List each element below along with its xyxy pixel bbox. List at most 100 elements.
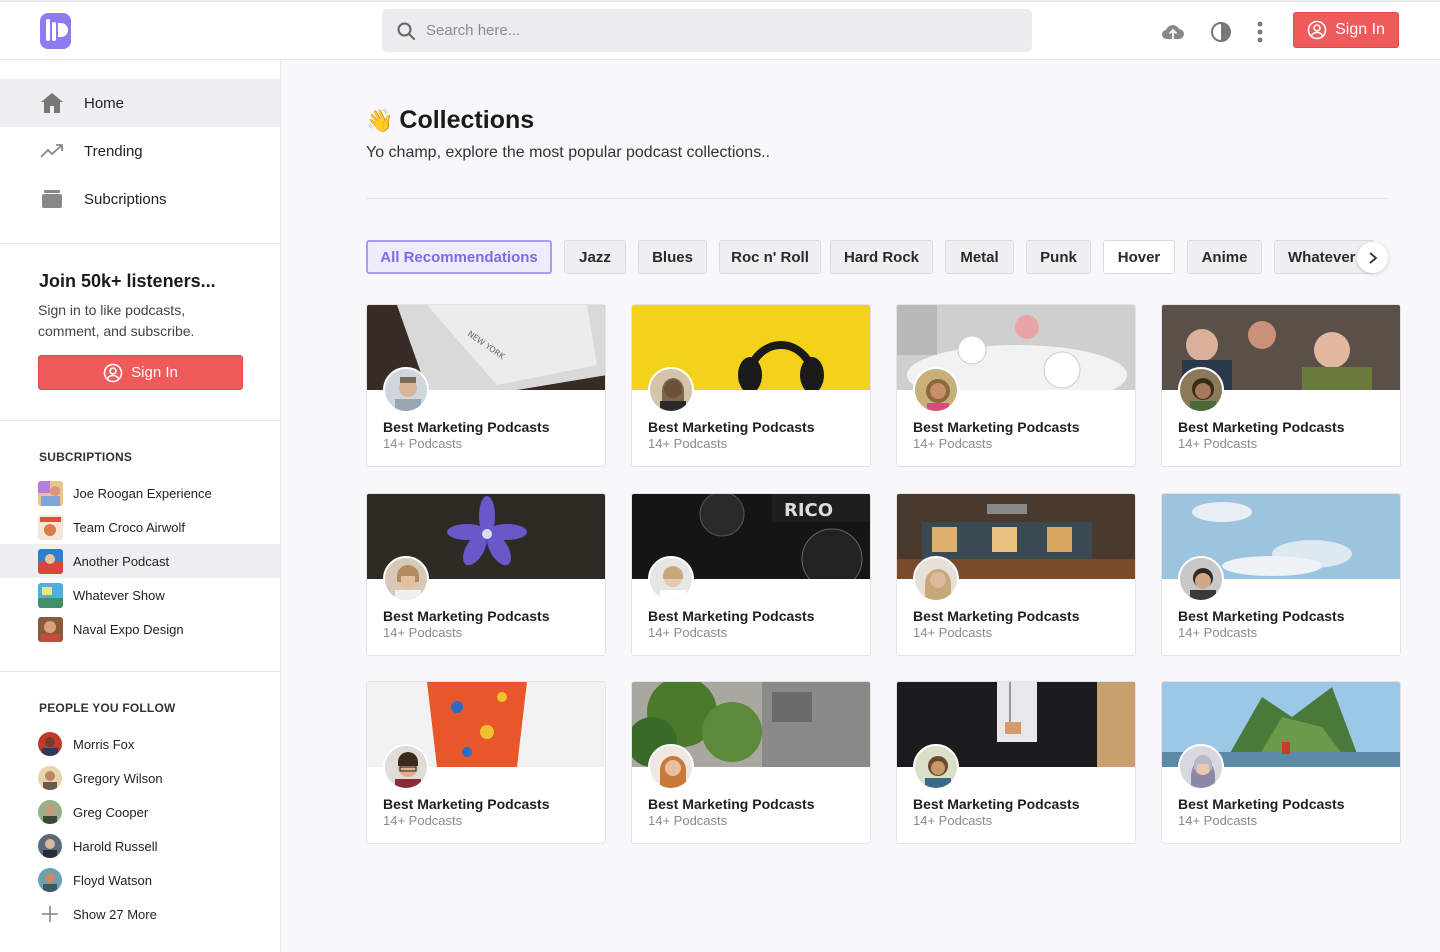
trending-icon (40, 139, 64, 163)
nav-subscriptions[interactable]: Subcriptions (0, 175, 280, 223)
podcast-thumbnail (38, 548, 63, 574)
avatar (913, 744, 959, 790)
card-title: Best Marketing Podcasts (913, 796, 1080, 812)
avatar (38, 766, 62, 790)
chip-label: Metal (960, 248, 999, 266)
nav-trending[interactable]: Trending (0, 127, 280, 175)
chip-label: Hard Rock (843, 248, 920, 266)
person-label: Gregory Wilson (73, 770, 163, 786)
subscription-label: Joe Roogan Experience (73, 485, 212, 501)
divider (0, 243, 280, 244)
chip-label: Whatever (1288, 248, 1356, 266)
chip-label: Jazz (579, 248, 611, 266)
card-subtitle: 14+ Podcasts (648, 436, 728, 451)
collection-card[interactable]: Best Marketing Podcasts 14+ Podcasts (631, 304, 871, 467)
chip-jazz[interactable]: Jazz (564, 240, 626, 274)
more-vertical-icon[interactable] (1247, 19, 1273, 45)
person-item[interactable]: Gregory Wilson (0, 761, 280, 795)
person-item[interactable]: Harold Russell (0, 829, 280, 863)
subscription-item[interactable]: Joe Roogan Experience (0, 476, 280, 510)
theme-toggle-icon[interactable] (1208, 19, 1234, 45)
avatar (648, 367, 694, 413)
subscription-item[interactable]: Whatever Show (0, 578, 280, 612)
chip-hover[interactable]: Hover (1103, 240, 1175, 274)
chip-all-recommendations[interactable]: All Recommendations (366, 240, 552, 274)
person-label: Morris Fox (73, 736, 135, 752)
avatar (38, 732, 62, 756)
subscription-item[interactable]: Team Croco Airwolf (0, 510, 280, 544)
collection-card[interactable]: Best Marketing Podcasts 14+ Podcasts (1161, 304, 1401, 467)
divider (0, 420, 280, 421)
person-item[interactable]: Floyd Watson (0, 863, 280, 897)
card-title: Best Marketing Podcasts (648, 608, 815, 624)
card-subtitle: 14+ Podcasts (383, 625, 463, 640)
card-title: Best Marketing Podcasts (1178, 419, 1345, 435)
chip-label: Punk (1040, 248, 1077, 266)
search-icon (396, 21, 416, 41)
chip-hard-rock[interactable]: Hard Rock (830, 240, 933, 274)
collection-card[interactable]: Best Marketing Podcasts 14+ Podcasts (896, 304, 1136, 467)
avatar (913, 556, 959, 602)
collection-card[interactable]: Best Marketing Podcasts 14+ Podcasts (366, 493, 606, 656)
chip-label: Anime (1201, 248, 1248, 266)
nav-trending-label: Trending (84, 142, 143, 160)
chip-metal[interactable]: Metal (945, 240, 1014, 274)
nav-subscriptions-label: Subcriptions (84, 190, 167, 208)
collection-card[interactable]: Best Marketing Podcasts 14+ Podcasts (896, 681, 1136, 844)
collection-card[interactable]: RICO Best Marketing Podcasts 14+ Podcast… (631, 493, 871, 656)
page-title-text: Collections (399, 106, 535, 134)
collection-card[interactable]: Best Marketing Podcasts 14+ Podcasts (366, 681, 606, 844)
avatar (1178, 744, 1224, 790)
subscription-item[interactable]: Another Podcast (0, 544, 280, 578)
chip-anime[interactable]: Anime (1187, 240, 1262, 274)
person-label: Harold Russell (73, 838, 158, 854)
card-title: Best Marketing Podcasts (1178, 796, 1345, 812)
avatar (383, 556, 429, 602)
avatar (38, 868, 62, 892)
card-subtitle: 14+ Podcasts (383, 813, 463, 828)
chip-roc-n-roll[interactable]: Roc n' Roll (719, 240, 821, 274)
card-subtitle: 14+ Podcasts (913, 813, 993, 828)
podcast-thumbnail (38, 514, 63, 540)
avatar (38, 800, 62, 824)
sidebar-sign-in-button[interactable]: Sign In (38, 355, 243, 390)
chip-blues[interactable]: Blues (638, 240, 707, 274)
chip-label: Blues (652, 248, 693, 266)
upload-cloud-icon[interactable] (1160, 19, 1186, 45)
waving-hand-icon: 👋 (366, 107, 394, 133)
collection-card[interactable]: Best Marketing Podcasts 14+ Podcasts (631, 681, 871, 844)
person-label: Floyd Watson (73, 872, 152, 888)
show-more-button[interactable]: Show 27 More (0, 897, 280, 931)
chevron-right-icon[interactable] (1357, 242, 1388, 273)
card-subtitle: 14+ Podcasts (913, 625, 993, 640)
person-item[interactable]: Greg Cooper (0, 795, 280, 829)
nav-home[interactable]: Home (0, 79, 280, 127)
logo-icon[interactable] (40, 13, 71, 49)
subscription-item[interactable]: Naval Expo Design (0, 612, 280, 646)
collection-card[interactable]: Best Marketing Podcasts 14+ Podcasts (1161, 493, 1401, 656)
chip-punk[interactable]: Punk (1026, 240, 1091, 274)
page-subtitle: Yo champ, explore the most popular podca… (366, 144, 771, 161)
avatar (1178, 367, 1224, 413)
subscription-label: Naval Expo Design (73, 621, 184, 637)
avatar (1178, 556, 1224, 602)
search-input[interactable] (426, 22, 1006, 39)
subscriptions-icon (40, 187, 64, 211)
chip-label: Hover (1117, 248, 1161, 266)
card-subtitle: 14+ Podcasts (913, 436, 993, 451)
collection-card[interactable]: Best Marketing Podcasts 14+ Podcasts (896, 493, 1136, 656)
search-bar[interactable] (382, 9, 1032, 52)
card-title: Best Marketing Podcasts (648, 796, 815, 812)
card-subtitle: 14+ Podcasts (648, 625, 728, 640)
person-item[interactable]: Morris Fox (0, 727, 280, 761)
page-title: 👋 Collections (366, 106, 534, 135)
card-subtitle: 14+ Podcasts (1178, 625, 1258, 640)
sign-in-button[interactable]: Sign In (1293, 12, 1399, 48)
collection-card[interactable]: Best Marketing Podcasts 14+ Podcasts (1161, 681, 1401, 844)
avatar (913, 367, 959, 413)
avatar (648, 744, 694, 790)
user-circle-icon (1307, 20, 1327, 40)
collection-card[interactable]: NEW YORK Best Marketing Podcasts 14+ Pod… (366, 304, 606, 467)
divider (0, 671, 280, 672)
subscription-label: Team Croco Airwolf (73, 519, 185, 535)
